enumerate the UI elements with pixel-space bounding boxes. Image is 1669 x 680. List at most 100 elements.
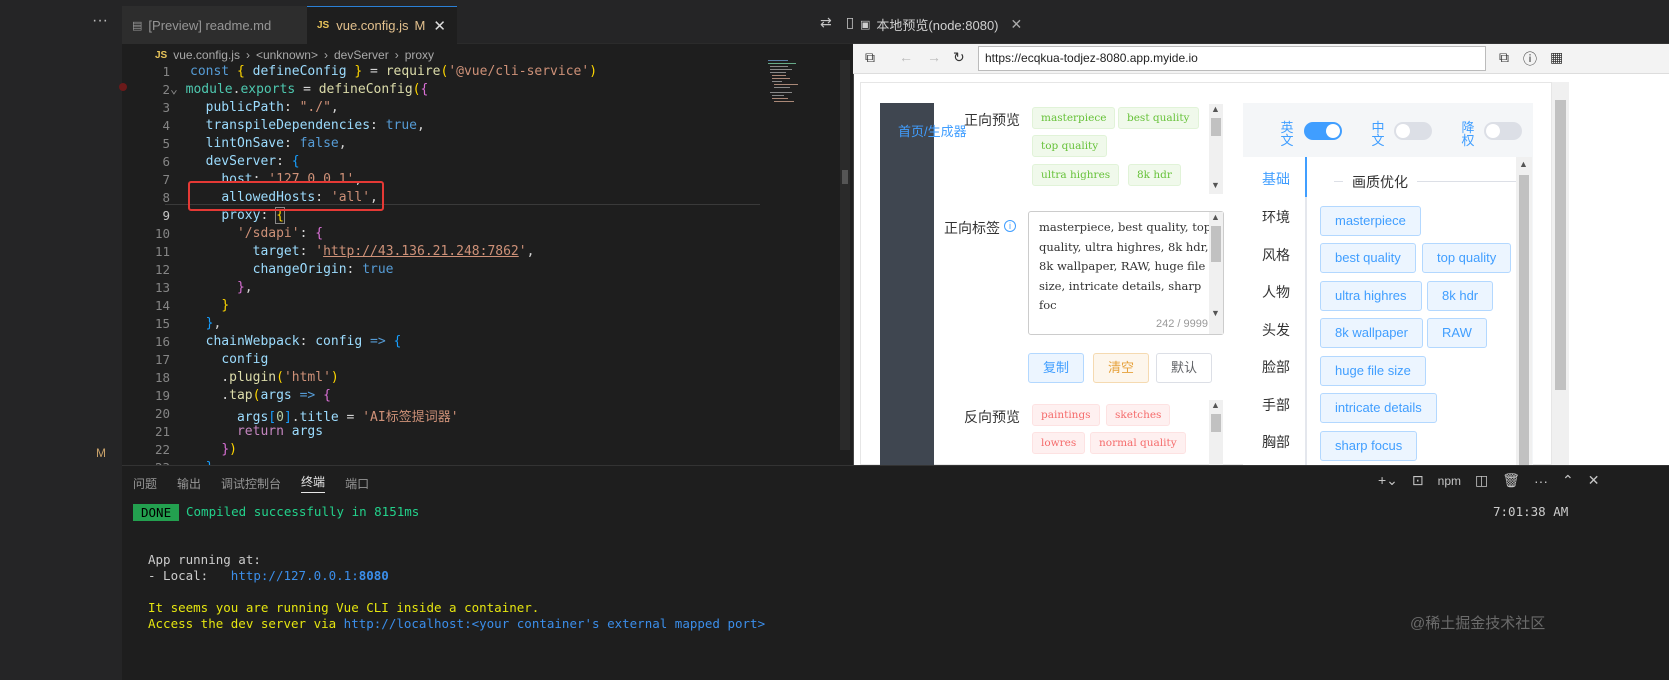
breadcrumb-item-proxy[interactable]: proxy <box>405 48 434 62</box>
preview-tag[interactable]: sketches <box>1106 404 1171 426</box>
back-icon[interactable]: ← <box>899 49 913 65</box>
scrollbar-thumb[interactable] <box>842 170 848 184</box>
positive-tags-textarea[interactable]: masterpiece, best quality, top quality, … <box>1028 211 1224 335</box>
code-area[interactable]: 1 2 3 4 5 6 7 8 9 10 11 12 13 14 15 16 1… <box>122 64 812 494</box>
tags-scrollbar[interactable]: ▲ ▼ <box>1209 104 1223 194</box>
textarea-scrollbar[interactable]: ▲ ▼ <box>1209 212 1223 334</box>
close-icon[interactable]: ✕ <box>1011 16 1023 33</box>
clear-button[interactable]: 清空 <box>1093 353 1149 383</box>
option-button[interactable]: RAW <box>1427 318 1487 348</box>
default-button[interactable]: 默认 <box>1156 353 1212 383</box>
shell-name[interactable]: npm <box>1438 474 1461 488</box>
preview-tag[interactable]: normal quality <box>1090 432 1186 454</box>
option-button[interactable]: 8k wallpaper <box>1320 318 1423 348</box>
option-scrollbar[interactable]: ▲ <box>1516 157 1532 465</box>
trash-icon[interactable]: 🗑 <box>1502 472 1520 489</box>
open-external-icon[interactable]: ⧉ <box>865 49 875 66</box>
tab-problems[interactable]: 问题 <box>133 475 157 492</box>
tab-vue-config[interactable]: JS vue.config.js M ✕ <box>307 6 457 44</box>
category-style[interactable]: 风格 <box>1262 245 1290 265</box>
more-actions-icon[interactable]: ··· <box>1534 473 1548 489</box>
scroll-up-icon[interactable]: ▲ <box>1211 212 1220 222</box>
scroll-down-icon[interactable]: ▼ <box>1211 308 1220 318</box>
url-input[interactable]: https://ecqkua-todjez-8080.app.myide.io <box>978 46 1486 71</box>
breadcrumb-item-module[interactable]: <unknown> <box>256 48 318 62</box>
dev-server-url[interactable]: http://localhost:<your container's exter… <box>344 616 765 631</box>
option-button[interactable]: intricate details <box>1320 393 1437 423</box>
local-url[interactable]: http://127.0.0.1: <box>231 568 359 583</box>
tab-debug-console[interactable]: 调试控制台 <box>221 475 281 492</box>
maximize-panel-icon[interactable]: ⌃ <box>1562 472 1574 489</box>
line-number: 16 <box>154 334 170 349</box>
option-button[interactable]: masterpiece <box>1320 206 1421 236</box>
scroll-up-icon[interactable]: ▲ <box>1211 104 1220 114</box>
option-button[interactable]: huge file size <box>1320 356 1426 386</box>
option-button[interactable]: 8k hdr <box>1427 281 1494 311</box>
scrollbar-thumb[interactable] <box>1211 226 1221 262</box>
category-character[interactable]: 人物 <box>1262 282 1290 302</box>
preview-tag[interactable]: 8k hdr <box>1128 164 1181 186</box>
line-number: 5 <box>162 136 170 151</box>
category-chest[interactable]: 胸部 <box>1262 432 1290 452</box>
scroll-up-icon[interactable]: ▲ <box>1211 400 1220 410</box>
terminal-shell-icon[interactable]: ⊡ <box>1412 472 1424 489</box>
page-scrollbar[interactable] <box>1552 82 1569 465</box>
tab-ports[interactable]: 端口 <box>345 475 369 492</box>
forward-icon[interactable]: → <box>927 49 941 65</box>
info-icon[interactable]: i <box>1004 220 1016 232</box>
positive-preview-tags: masterpiece best quality top quality ult… <box>1030 105 1208 191</box>
scrollbar-thumb[interactable] <box>1211 118 1221 136</box>
category-basic[interactable]: 基础 <box>1262 169 1290 189</box>
tab-output[interactable]: 输出 <box>177 475 201 492</box>
breadcrumb-separator: › <box>324 48 328 62</box>
editor-scrollbar[interactable] <box>840 60 850 450</box>
preview-tag[interactable]: lowres <box>1032 432 1086 454</box>
option-button[interactable]: sharp focus <box>1320 431 1418 461</box>
reload-icon[interactable]: ↻ <box>953 49 965 66</box>
preview-tag[interactable]: best quality <box>1118 107 1199 129</box>
breadcrumb-item-devserver[interactable]: devServer <box>334 48 389 62</box>
option-button[interactable]: top quality <box>1422 243 1512 273</box>
line-number: 21 <box>154 424 170 439</box>
add-terminal-icon[interactable]: +⌄ <box>1378 472 1398 489</box>
scrollbar-thumb[interactable] <box>1211 414 1221 432</box>
copy-icon[interactable]: ⧉ <box>1499 49 1509 66</box>
code-line: return args <box>236 424 324 439</box>
scroll-up-icon[interactable]: ▲ <box>1519 159 1528 169</box>
tab-readme-preview[interactable]: ▤ [Preview] readme.md <box>122 6 307 44</box>
category-environment[interactable]: 环境 <box>1262 207 1290 227</box>
minimap[interactable] <box>760 58 805 118</box>
character-count: 242 / 9999 <box>1156 318 1208 330</box>
tab-local-preview[interactable]: ▣ 本地预览(node:8080) ✕ <box>860 8 1022 40</box>
downweight-toggle[interactable] <box>1484 122 1522 140</box>
option-button[interactable]: best quality <box>1320 243 1416 273</box>
close-icon[interactable]: ✕ <box>1588 472 1600 489</box>
scrollbar-thumb[interactable] <box>1555 100 1566 390</box>
chinese-toggle[interactable] <box>1394 122 1432 140</box>
compare-icon[interactable]: ⇄ <box>820 14 832 31</box>
tags-scrollbar[interactable]: ▲ <box>1209 400 1223 465</box>
code-line: devServer: { <box>205 154 300 169</box>
category-face[interactable]: 脸部 <box>1262 357 1290 377</box>
tab-terminal[interactable]: 终端 <box>301 473 326 493</box>
breadcrumb-home-link[interactable]: 首页/生成器 <box>898 121 967 140</box>
scroll-down-icon[interactable]: ▼ <box>1211 180 1220 190</box>
breadcrumb-item-file[interactable]: vue.config.js <box>173 48 240 62</box>
option-button[interactable]: ultra highres <box>1320 281 1422 311</box>
layout-icon[interactable]: ▦ <box>1550 49 1563 66</box>
preview-tag[interactable]: ultra highres <box>1032 164 1120 186</box>
help-icon[interactable]: ⓘ <box>1523 49 1537 69</box>
preview-tag[interactable]: top quality <box>1032 135 1108 157</box>
english-toggle[interactable] <box>1304 122 1342 140</box>
more-actions-icon[interactable]: ··· <box>92 12 108 30</box>
split-terminal-icon[interactable]: ◫ <box>1475 472 1488 489</box>
local-port[interactable]: 8080 <box>359 568 389 583</box>
copy-button[interactable]: 复制 <box>1028 353 1084 383</box>
preview-tag[interactable]: paintings <box>1032 404 1100 426</box>
code-line: .tap(args => { <box>190 388 331 403</box>
category-hair[interactable]: 头发 <box>1262 320 1290 340</box>
category-hands[interactable]: 手部 <box>1262 395 1290 415</box>
close-icon[interactable]: ✕ <box>433 17 446 35</box>
scrollbar-thumb[interactable] <box>1519 175 1529 465</box>
preview-tag[interactable]: masterpiece <box>1032 107 1116 129</box>
